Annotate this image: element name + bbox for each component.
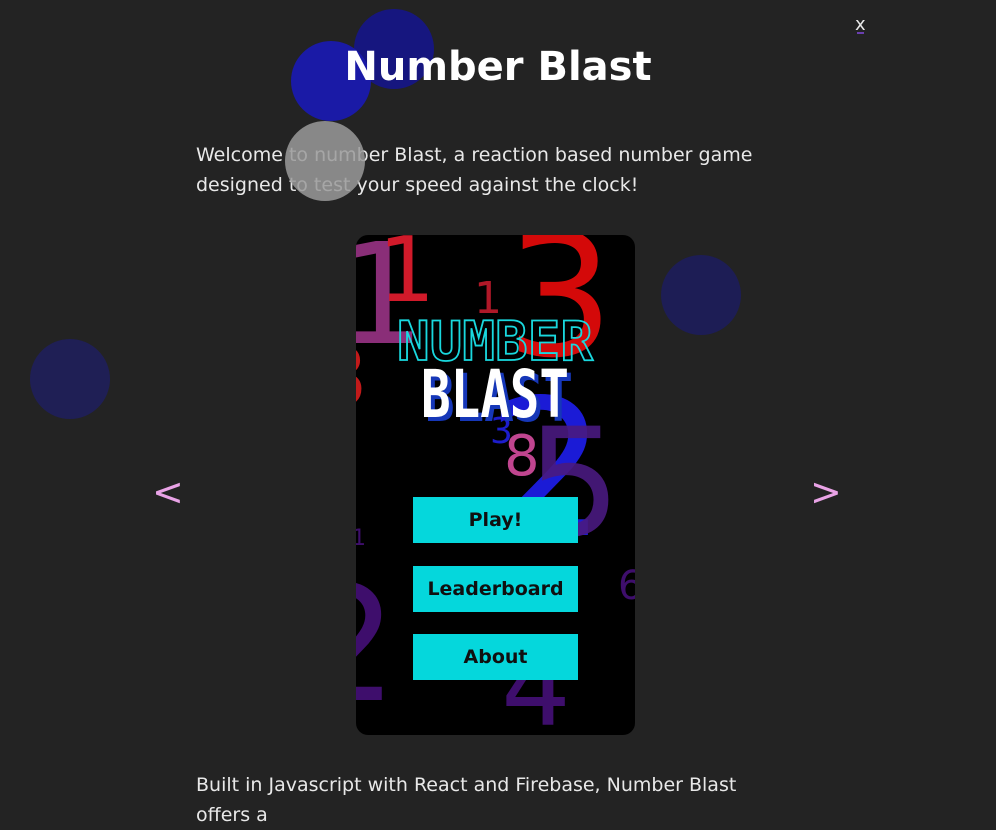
about-button[interactable]: About: [413, 634, 578, 680]
bg-digit: 6: [618, 563, 635, 609]
description-tech: Built in Javascript with React and Fireb…: [196, 774, 737, 826]
bg-digit: 8: [356, 331, 367, 424]
carousel-next-button[interactable]: >: [810, 470, 842, 514]
bubble-navy-right: [661, 255, 741, 335]
bg-digit: 2: [356, 551, 398, 735]
description-intro: Welcome to number Blast, a reaction base…: [196, 144, 753, 196]
carousel-prev-button[interactable]: <: [152, 470, 184, 514]
leaderboard-button[interactable]: Leaderboard: [413, 566, 578, 612]
close-button[interactable]: x: [855, 14, 866, 35]
logo-blast: BLAST: [421, 356, 569, 433]
page-title: Number Blast: [344, 44, 652, 90]
bg-digit: 1: [356, 526, 366, 551]
play-button[interactable]: Play!: [413, 497, 578, 543]
bubble-grey: [285, 121, 365, 201]
bubble-navy-left: [30, 339, 110, 419]
app-screenshot: 1 1 3 1 8 2 5 3 8 2 4 6 1 NUMBER BLAST B…: [356, 235, 635, 735]
